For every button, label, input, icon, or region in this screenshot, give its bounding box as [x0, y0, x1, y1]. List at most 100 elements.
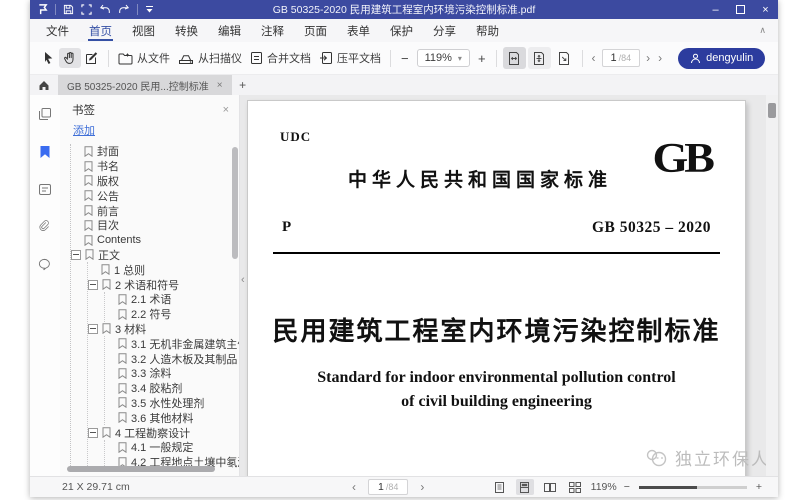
bookmark-item[interactable]: 3.2 人造木板及其制品	[105, 351, 239, 366]
edit-tool-button[interactable]	[81, 48, 103, 68]
hand-tool-button[interactable]	[59, 48, 81, 68]
bookmark-item[interactable]: 1 总则	[88, 262, 239, 277]
collapse-toggle-icon[interactable]	[88, 324, 98, 334]
page-number-input[interactable]: 1 /84	[368, 479, 408, 495]
collapse-toggle-icon[interactable]	[88, 280, 98, 290]
bookmark-item[interactable]: 3.6 其他材料	[105, 410, 239, 425]
undo-icon[interactable]	[99, 4, 111, 15]
menu-form[interactable]: 表单	[337, 19, 380, 42]
actual-size-button[interactable]	[553, 47, 576, 69]
continuous-view-button[interactable]	[516, 479, 534, 495]
document-tab[interactable]: GB 50325-2020 民用...控制标准 ×	[58, 75, 232, 95]
prev-page-button[interactable]: ‹	[348, 480, 360, 494]
menu-convert[interactable]: 转换	[165, 19, 208, 42]
user-account-button[interactable]: dengyulin	[678, 48, 765, 69]
redo-icon[interactable]	[118, 4, 130, 15]
menu-edit[interactable]: 编辑	[208, 19, 251, 42]
sidebar-vertical-scrollbar[interactable]	[232, 147, 238, 259]
bookmark-page-icon	[85, 249, 94, 260]
tab-close-icon[interactable]: ×	[217, 80, 223, 91]
bookmark-item[interactable]: Contents	[71, 233, 239, 248]
from-file-button[interactable]: 从文件	[114, 47, 174, 69]
facing-view-button[interactable]	[541, 479, 559, 495]
bookmark-item[interactable]: 4 工程勘察设计	[88, 425, 239, 440]
grid-view-button[interactable]	[566, 479, 584, 495]
save-icon[interactable]	[63, 4, 74, 15]
home-tab-button[interactable]	[30, 75, 58, 95]
menu-page[interactable]: 页面	[294, 19, 337, 42]
bookmark-item[interactable]: 2.1 术语	[105, 292, 239, 307]
bookmark-item[interactable]: 2.2 符号	[105, 307, 239, 322]
page-number-input[interactable]: 1 /84	[602, 49, 641, 67]
menu-home[interactable]: 首页	[79, 19, 122, 42]
bookmark-item[interactable]: 3.4 胶粘剂	[105, 381, 239, 396]
cursor-icon	[42, 51, 55, 65]
chat-panel-button[interactable]	[38, 258, 52, 276]
sidebar-close-icon[interactable]: ×	[223, 104, 229, 116]
menu-view[interactable]: 视图	[122, 19, 165, 42]
next-page-button[interactable]: ›	[642, 51, 654, 65]
bookmark-tree: 封面 书名 版权 公告 前言 目次 Contents 正文 1 总则 2 术语和…	[60, 144, 239, 476]
customize-toolbar-caret-icon[interactable]	[145, 5, 154, 14]
single-page-view-button[interactable]	[491, 479, 509, 495]
home-icon	[38, 79, 50, 91]
select-tool-button[interactable]	[38, 48, 59, 68]
bookmark-item[interactable]: 2 术语和符号	[88, 277, 239, 292]
add-bookmark-link[interactable]: 添加	[73, 122, 95, 138]
prev-page-button[interactable]: ‹	[588, 51, 600, 65]
menu-help[interactable]: 帮助	[466, 19, 509, 42]
collapse-toggle-icon[interactable]	[88, 428, 98, 438]
zoom-out-button[interactable]: −	[624, 481, 630, 493]
bookmark-item[interactable]: 书名	[71, 159, 239, 174]
attachments-panel-button[interactable]	[39, 220, 51, 239]
zoom-in-button[interactable]: +	[756, 481, 762, 493]
sidebar-collapse-icon[interactable]: ‹	[241, 274, 245, 286]
collapse-ribbon-icon[interactable]: ∧	[759, 25, 766, 36]
merge-docs-button[interactable]: 合并文档	[246, 47, 315, 69]
menu-file[interactable]: 文件	[36, 19, 79, 42]
collapse-toggle-icon[interactable]	[71, 250, 81, 260]
new-tab-button[interactable]: +	[232, 75, 254, 95]
bookmark-item[interactable]: 版权	[71, 174, 239, 189]
maximize-button[interactable]	[728, 0, 753, 19]
bookmark-item[interactable]: 3.3 涂料	[105, 366, 239, 381]
bookmark-item[interactable]: 3.1 无机非金属建筑主体材	[105, 336, 239, 351]
close-button[interactable]: ×	[753, 0, 778, 19]
fit-width-button[interactable]	[503, 47, 526, 69]
next-page-button[interactable]: ›	[416, 480, 428, 494]
paperclip-icon	[39, 220, 51, 234]
minimize-button[interactable]: –	[703, 0, 728, 19]
document-vertical-scrollbar[interactable]	[766, 95, 778, 476]
scanner-icon	[178, 52, 194, 65]
zoom-slider-fill	[639, 486, 697, 489]
menu-comment[interactable]: 注释	[251, 19, 294, 42]
zoom-in-button[interactable]: +	[473, 49, 491, 68]
main-area: 书签 × 添加 封面 书名 版权 公告 前言 目次 Contents 正文 1 …	[30, 95, 778, 476]
menu-share[interactable]: 分享	[423, 19, 466, 42]
bookmark-item[interactable]: 3.5 水性处理剂	[105, 396, 239, 411]
bookmarks-panel-button[interactable]	[39, 145, 51, 164]
bookmark-item[interactable]: 4.1 一般规定	[105, 440, 239, 455]
fit-width-icon	[507, 51, 521, 66]
bookmark-item[interactable]: 公告	[71, 188, 239, 203]
snapshot-icon[interactable]	[81, 4, 92, 15]
zoom-out-button[interactable]: −	[396, 49, 414, 68]
bookmark-item[interactable]: 目次	[71, 218, 239, 233]
flatten-doc-button[interactable]: 压平文档	[315, 47, 385, 69]
sidebar-horizontal-scrollbar[interactable]	[67, 466, 215, 472]
zoom-level-select[interactable]: 119% ▾	[417, 49, 470, 67]
page-thumbnails-panel-button[interactable]	[38, 107, 52, 126]
from-scanner-button[interactable]: 从扫描仪	[174, 47, 246, 69]
bookmark-item[interactable]: 前言	[71, 203, 239, 218]
chevron-down-icon: ▾	[458, 54, 462, 63]
scrollbar-thumb[interactable]	[768, 103, 776, 118]
next-view-button[interactable]: ›	[654, 51, 666, 65]
bookmark-item[interactable]: 正文	[71, 248, 239, 263]
bookmark-item[interactable]: 3 材料	[88, 322, 239, 337]
menu-protect[interactable]: 保护	[380, 19, 423, 42]
zoom-percent-label: 119%	[591, 481, 617, 493]
fit-page-button[interactable]	[528, 47, 551, 69]
comments-panel-button[interactable]	[38, 183, 52, 201]
zoom-slider[interactable]	[639, 486, 747, 489]
bookmark-item[interactable]: 封面	[71, 144, 239, 159]
